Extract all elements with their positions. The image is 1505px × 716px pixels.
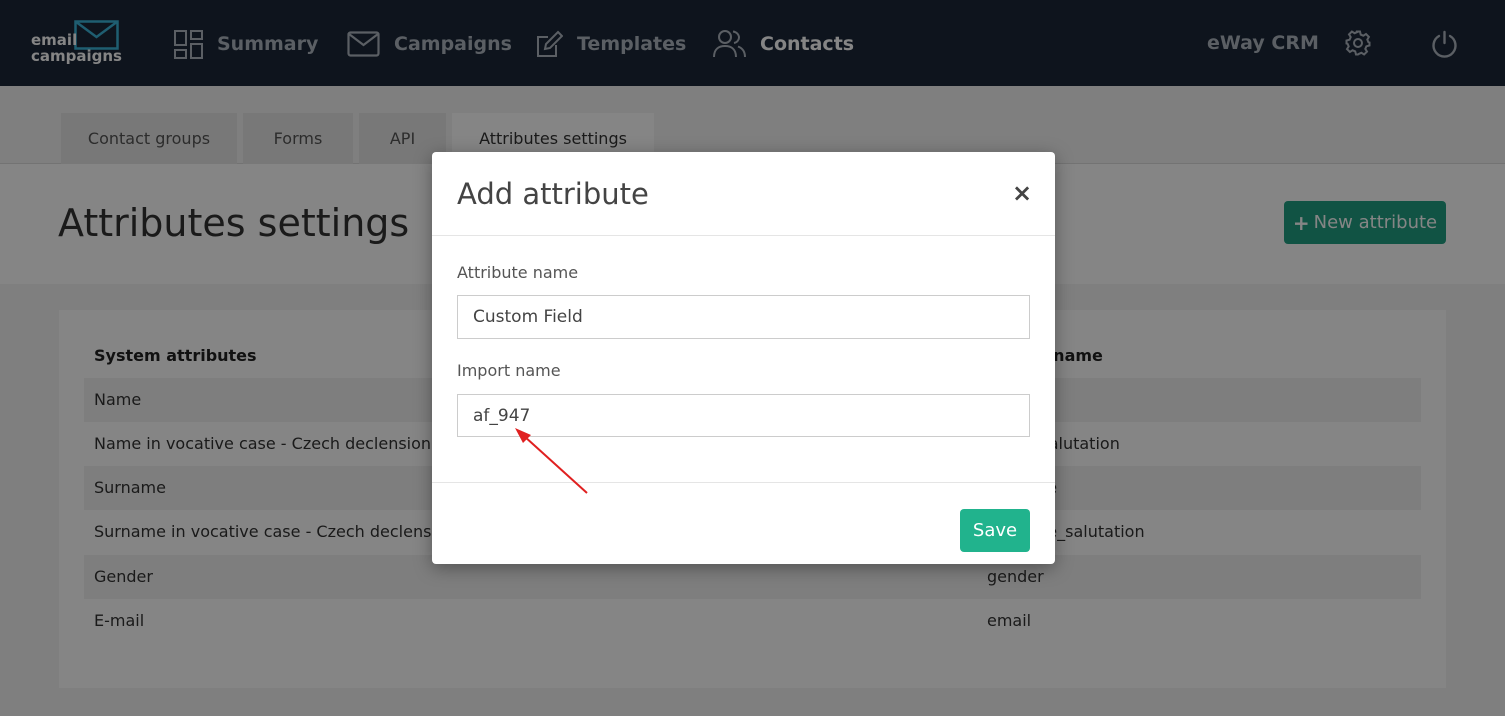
- dialog-footer-divider: [432, 482, 1055, 483]
- import-name-input[interactable]: [457, 394, 1030, 437]
- add-attribute-dialog: Add attribute × Attribute name Import na…: [432, 152, 1055, 564]
- dialog-header-divider: [432, 235, 1055, 236]
- save-button[interactable]: Save: [960, 509, 1030, 552]
- dialog-title: Add attribute: [457, 177, 649, 211]
- attribute-name-label: Attribute name: [457, 263, 579, 282]
- import-name-label: Import name: [457, 361, 561, 380]
- attribute-name-input[interactable]: [457, 295, 1030, 339]
- close-icon[interactable]: ×: [1011, 179, 1033, 207]
